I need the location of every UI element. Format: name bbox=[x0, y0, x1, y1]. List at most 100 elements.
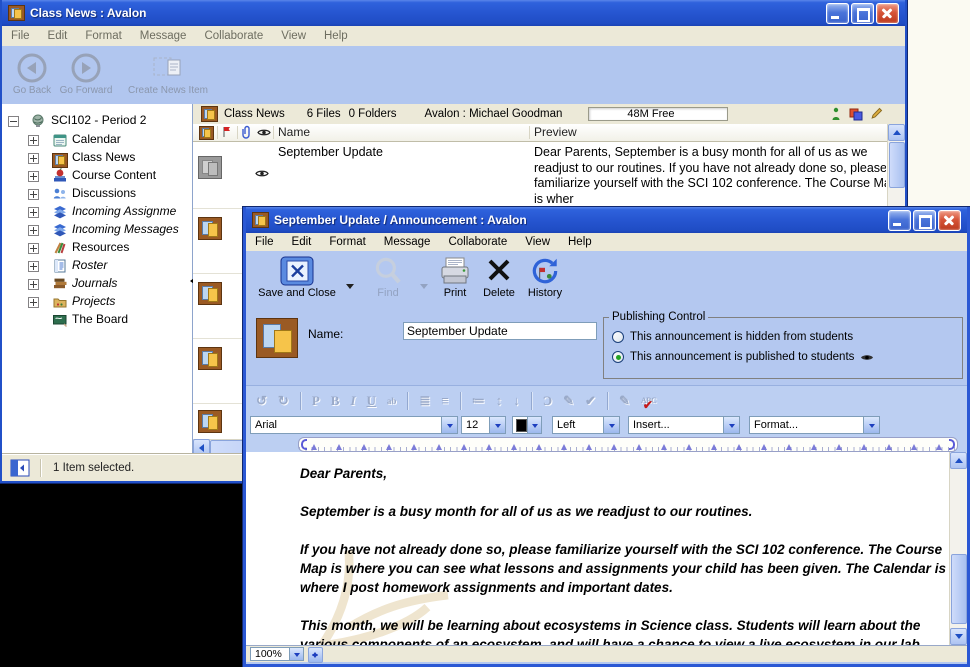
close-button[interactable] bbox=[938, 210, 961, 231]
ruler[interactable] bbox=[298, 437, 958, 452]
menu-edit[interactable]: Edit bbox=[39, 30, 77, 42]
menu-help[interactable]: Help bbox=[559, 236, 601, 248]
menu-file[interactable]: File bbox=[2, 30, 39, 42]
redo-icon[interactable]: ↻ bbox=[278, 393, 289, 409]
view-mode-icon[interactable] bbox=[849, 108, 863, 121]
tree-item-incoming-assignments[interactable]: Incoming Assignme bbox=[2, 203, 192, 221]
font-color-select[interactable] bbox=[512, 416, 542, 434]
menu-message[interactable]: Message bbox=[375, 236, 440, 248]
dropdown-arrow-icon[interactable] bbox=[527, 417, 541, 433]
font-family-select[interactable]: Arial bbox=[250, 416, 458, 434]
print-button[interactable]: Print bbox=[434, 255, 476, 299]
save-and-close-button[interactable]: Save and Close bbox=[250, 255, 344, 299]
dropdown-arrow-icon[interactable] bbox=[441, 417, 457, 433]
font-size-select[interactable]: 12 bbox=[461, 416, 506, 434]
tree-item-resources[interactable]: Resources bbox=[2, 239, 192, 257]
numbered-list-icon[interactable]: ≣ bbox=[419, 393, 430, 409]
find-button[interactable]: Find bbox=[364, 255, 412, 299]
scroll-up-button[interactable] bbox=[888, 124, 905, 141]
expand-icon[interactable] bbox=[28, 207, 39, 218]
user-presence-icon[interactable] bbox=[831, 107, 841, 121]
tree-root-sci102[interactable]: SCI102 - Period 2 bbox=[2, 112, 192, 130]
expand-icon[interactable] bbox=[28, 279, 39, 290]
save-options-dropdown[interactable] bbox=[346, 284, 354, 293]
preview-column-header[interactable]: Preview bbox=[534, 125, 577, 139]
attachment-column-icon[interactable] bbox=[242, 125, 252, 139]
insert-select[interactable]: Insert... bbox=[628, 416, 740, 434]
tree-item-journals[interactable]: Journals bbox=[2, 275, 192, 293]
scroll-up-button[interactable] bbox=[950, 452, 967, 469]
tree-item-calendar[interactable]: Calendar bbox=[2, 131, 192, 149]
tree-item-the-board[interactable]: The Board bbox=[2, 311, 192, 329]
minimize-button[interactable] bbox=[888, 210, 911, 231]
pane-toggle-icon[interactable] bbox=[10, 459, 30, 477]
dropdown-arrow-icon[interactable] bbox=[723, 417, 739, 433]
scroll-down-button[interactable] bbox=[950, 628, 967, 645]
radio-button[interactable] bbox=[612, 331, 624, 343]
alignment-select[interactable]: Left bbox=[552, 416, 620, 434]
menu-view[interactable]: View bbox=[516, 236, 559, 248]
expand-icon[interactable] bbox=[28, 189, 39, 200]
radio-published-option[interactable]: This announcement is published to studen… bbox=[612, 351, 874, 363]
paragraph-down-icon[interactable]: ↓ bbox=[513, 393, 520, 409]
tree-item-course-content[interactable]: Course Content bbox=[2, 167, 192, 185]
dropdown-arrow-icon[interactable] bbox=[489, 417, 505, 433]
name-column-header[interactable]: Name bbox=[278, 125, 310, 139]
zoom-spinner[interactable] bbox=[308, 647, 323, 663]
expand-icon[interactable] bbox=[28, 243, 39, 254]
expand-icon[interactable] bbox=[28, 297, 39, 308]
history-button[interactable]: History bbox=[522, 255, 568, 299]
create-news-item-button[interactable]: Create News Item bbox=[122, 51, 214, 96]
expand-icon[interactable] bbox=[28, 135, 39, 146]
expand-icon[interactable] bbox=[28, 153, 39, 164]
list-item-september-update[interactable]: September Update Dear Parents, September… bbox=[193, 141, 888, 207]
collapse-icon[interactable] bbox=[8, 116, 19, 127]
tree-item-discussions[interactable]: Discussions bbox=[2, 185, 192, 203]
italic-icon[interactable]: I bbox=[350, 393, 355, 409]
menu-collaborate[interactable]: Collaborate bbox=[439, 236, 516, 248]
go-back-button[interactable]: Go Back bbox=[8, 51, 56, 96]
editor-vertical-scrollbar[interactable] bbox=[949, 452, 967, 645]
edit-pencil-icon[interactable] bbox=[871, 107, 883, 121]
underline-icon[interactable]: U bbox=[367, 393, 376, 409]
flag-column-icon[interactable] bbox=[222, 126, 232, 138]
radio-hidden-option[interactable]: This announcement is hidden from student… bbox=[612, 331, 853, 343]
main-titlebar[interactable]: Class News : Avalon bbox=[2, 0, 905, 26]
undo-icon[interactable]: ↺ bbox=[256, 393, 267, 409]
menu-view[interactable]: View bbox=[272, 30, 315, 42]
scroll-thumb[interactable] bbox=[889, 142, 905, 188]
signature-icon[interactable]: ✎ bbox=[619, 393, 630, 409]
expand-icon[interactable] bbox=[28, 171, 39, 182]
dropdown-arrow-icon[interactable] bbox=[603, 417, 619, 433]
minimize-button[interactable] bbox=[826, 3, 849, 24]
editor-titlebar[interactable]: September Update / Announcement : Avalon bbox=[246, 207, 967, 233]
menu-format[interactable]: Format bbox=[76, 30, 130, 42]
tree-item-roster[interactable]: Roster bbox=[2, 257, 192, 275]
scroll-thumb[interactable] bbox=[951, 554, 967, 624]
smallcaps-icon[interactable]: ab bbox=[387, 396, 397, 406]
radio-button-selected[interactable] bbox=[612, 351, 624, 363]
go-forward-button[interactable]: Go Forward bbox=[58, 51, 114, 96]
delete-button[interactable]: Delete bbox=[478, 255, 520, 299]
bold-icon[interactable]: B bbox=[331, 393, 340, 409]
bulleted-list-icon[interactable]: ≡ bbox=[441, 393, 448, 409]
maximize-button[interactable] bbox=[913, 210, 936, 231]
menu-format[interactable]: Format bbox=[320, 236, 374, 248]
accept-icon[interactable]: ✔ bbox=[585, 393, 596, 409]
menu-collaborate[interactable]: Collaborate bbox=[195, 30, 272, 42]
spellcheck-icon[interactable]: ABC bbox=[641, 396, 656, 405]
format-select[interactable]: Format... bbox=[749, 416, 880, 434]
tree-item-projects[interactable]: Projects bbox=[2, 293, 192, 311]
rotate-icon[interactable]: Ɔ bbox=[543, 393, 552, 409]
close-button[interactable] bbox=[876, 3, 899, 24]
zoom-select[interactable]: 100% bbox=[250, 647, 304, 661]
menu-help[interactable]: Help bbox=[315, 30, 357, 42]
menu-edit[interactable]: Edit bbox=[283, 236, 321, 248]
message-body-editor[interactable]: Dear Parents, September is a busy month … bbox=[246, 452, 967, 645]
indent-icon[interactable]: ≔ bbox=[472, 393, 485, 409]
tree-item-incoming-messages[interactable]: Incoming Messages bbox=[2, 221, 192, 239]
find-options-dropdown[interactable] bbox=[420, 284, 428, 293]
expand-icon[interactable] bbox=[28, 225, 39, 236]
tree-item-class-news[interactable]: Class News bbox=[2, 149, 192, 167]
pen-icon[interactable]: ✎ bbox=[563, 393, 574, 409]
